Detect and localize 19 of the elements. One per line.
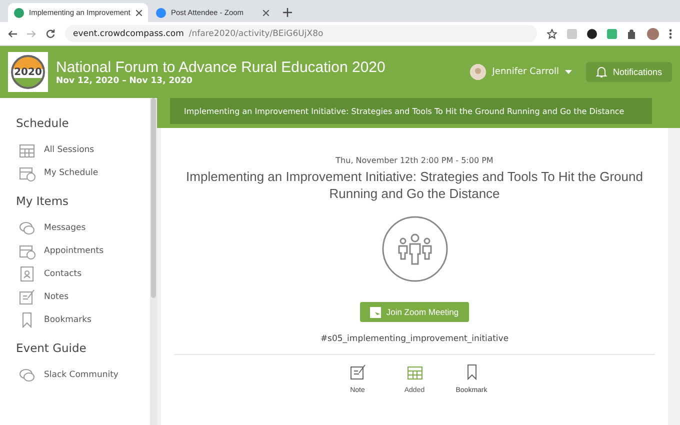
section-heading: Event Guide [16, 341, 88, 355]
session-title: Implementing an Improvement Initiative: Strategies and Tools To Hit the Ground Running and Go the Distance [185, 168, 644, 202]
sidebar-item[interactable]: Appointments [16, 239, 134, 262]
sidebar-item[interactable]: Messages [16, 216, 134, 239]
sidebar-item[interactable]: Bookmarks [16, 308, 134, 331]
session-time: Thu, November 12th 2:00 PM - 5:00 PM [336, 156, 494, 165]
sidebar-item[interactable]: Notes [16, 285, 134, 308]
session-tag: #s05_implementing_improvement_initiative [320, 334, 509, 344]
sidebar-item[interactable]: Slack Community [16, 363, 134, 386]
banner-title: Implementing an Improvement Initiative: Strategies and Tools To Hit the Ground Running and Go the Distance [170, 98, 652, 124]
section-heading: Schedule [16, 116, 70, 130]
sidebar-item[interactable]: All Sessions [16, 138, 134, 161]
event-dates: Nov 12, 2020 – Nov 13, 2020 [56, 76, 194, 86]
event-title: National Forum to Advance Rural Education 2020 [56, 58, 386, 76]
section-heading: My Items [16, 194, 70, 208]
sidebar-item[interactable]: My Schedule [16, 161, 134, 184]
event-logo: 2020 [8, 52, 48, 92]
sidebar-item[interactable]: Contacts [16, 262, 134, 285]
address-bar[interactable]: event.crowdcompass.com /nfare2020/activity/BEiG6UjX8o [65, 25, 537, 42]
